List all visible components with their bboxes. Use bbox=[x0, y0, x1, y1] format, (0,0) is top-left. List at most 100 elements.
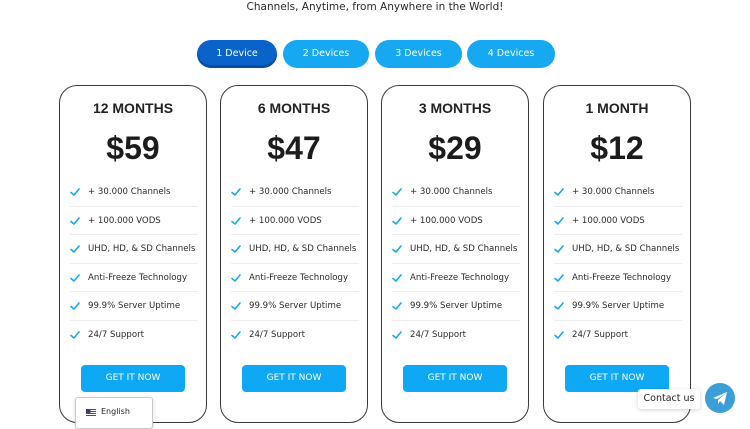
feature-item: + 30.000 Channels bbox=[70, 178, 198, 207]
get-it-now-button[interactable]: GET IT NOW bbox=[242, 365, 346, 392]
page-subtitle: Channels, Anytime, from Anywhere in the … bbox=[246, 1, 504, 13]
feature-label: + 30.000 Channels bbox=[572, 187, 655, 197]
check-icon bbox=[392, 188, 402, 196]
pricing-card: 3 MONTHS $29 + 30.000 Channels + 100.000 VO… bbox=[381, 85, 529, 423]
feature-list: + 30.000 Channels + 100.000 VODS UHD, HD, … bbox=[554, 178, 682, 349]
feature-item: + 100.000 VODS bbox=[231, 207, 359, 235]
feature-item: + 100.000 VODS bbox=[392, 207, 520, 235]
pricing-card: 12 MONTHS $59 + 30.000 Channels + 100.000 V… bbox=[59, 85, 207, 423]
get-it-now-button[interactable]: GET IT NOW bbox=[565, 365, 669, 392]
feature-list: + 30.000 Channels + 100.000 VODS UHD, HD, … bbox=[70, 178, 198, 349]
check-icon bbox=[392, 245, 402, 253]
check-icon bbox=[554, 245, 564, 253]
plan-title: 12 MONTHS bbox=[92, 100, 174, 116]
check-icon bbox=[231, 330, 241, 339]
feature-label: + 100.000 VODS bbox=[410, 215, 483, 226]
feature-item: UHD, HD, & SD Channels bbox=[231, 235, 359, 264]
feature-label: + 30.000 Channels bbox=[88, 187, 171, 197]
check-icon bbox=[231, 216, 241, 225]
check-icon bbox=[554, 330, 564, 339]
feature-item: Anti-Freeze Technology bbox=[392, 264, 520, 292]
feature-label: 24/7 Support bbox=[410, 329, 467, 340]
plan-price: $12 bbox=[590, 130, 644, 166]
feature-item: + 30.000 Channels bbox=[231, 178, 359, 207]
feature-label: 24/7 Support bbox=[88, 329, 145, 340]
feature-item: 99.9% Server Uptime bbox=[70, 292, 198, 321]
feature-label: UHD, HD, & SD Channels bbox=[410, 244, 518, 254]
tab-4-devices[interactable]: 4 Devices bbox=[467, 40, 555, 68]
feature-label: + 30.000 Channels bbox=[249, 187, 332, 197]
feature-item: UHD, HD, & SD Channels bbox=[554, 235, 682, 264]
feature-item: + 30.000 Channels bbox=[554, 178, 682, 207]
tab-3-devices[interactable]: 3 Devices bbox=[375, 40, 462, 68]
language-label: English bbox=[101, 407, 130, 416]
feature-label: 24/7 Support bbox=[572, 329, 629, 340]
feature-label: UHD, HD, & SD Channels bbox=[249, 244, 357, 254]
feature-item: + 30.000 Channels bbox=[392, 178, 520, 207]
check-icon bbox=[392, 273, 402, 282]
feature-label: 99.9% Server Uptime bbox=[88, 301, 181, 311]
get-it-now-button[interactable]: GET IT NOW bbox=[81, 365, 185, 392]
check-icon bbox=[554, 188, 564, 196]
plan-price: $29 bbox=[428, 130, 482, 166]
tab-1-device[interactable]: 1 Device bbox=[197, 40, 277, 68]
pricing-card: 1 MONTH $12 + 30.000 Channels + 100.000 VOD… bbox=[543, 85, 691, 423]
check-icon bbox=[392, 330, 402, 339]
feature-item: 99.9% Server Uptime bbox=[392, 292, 520, 321]
check-icon bbox=[231, 188, 241, 196]
check-icon bbox=[70, 188, 80, 196]
feature-label: UHD, HD, & SD Channels bbox=[88, 244, 196, 254]
device-tabs: 1 Device 2 Devices 3 Devices 4 Devices bbox=[0, 40, 750, 68]
plan-title: 3 MONTHS bbox=[418, 100, 492, 116]
feature-label: 99.9% Server Uptime bbox=[249, 301, 342, 311]
check-icon bbox=[231, 245, 241, 253]
plan-price: $47 bbox=[267, 130, 321, 166]
feature-item: + 100.000 VODS bbox=[70, 207, 198, 235]
feature-item: + 100.000 VODS bbox=[554, 207, 682, 235]
feature-label: UHD, HD, & SD Channels bbox=[572, 244, 680, 254]
check-icon bbox=[70, 302, 80, 310]
feature-item: 24/7 Support bbox=[70, 321, 198, 350]
plan-title: 6 MONTHS bbox=[257, 100, 331, 116]
feature-item: Anti-Freeze Technology bbox=[231, 264, 359, 292]
feature-list: + 30.000 Channels + 100.000 VODS UHD, HD, … bbox=[231, 178, 359, 349]
check-icon bbox=[70, 216, 80, 225]
feature-item: 99.9% Server Uptime bbox=[554, 292, 682, 321]
check-icon bbox=[70, 330, 80, 339]
feature-label: Anti-Freeze Technology bbox=[88, 272, 188, 283]
feature-label: 99.9% Server Uptime bbox=[410, 301, 503, 311]
feature-label: Anti-Freeze Technology bbox=[572, 272, 672, 283]
check-icon bbox=[392, 302, 402, 310]
feature-item: 24/7 Support bbox=[231, 321, 359, 350]
feature-label: Anti-Freeze Technology bbox=[410, 272, 510, 283]
feature-item: UHD, HD, & SD Channels bbox=[70, 235, 198, 264]
plan-price: $59 bbox=[106, 130, 160, 166]
telegram-button[interactable] bbox=[705, 383, 735, 413]
check-icon bbox=[70, 273, 80, 282]
telegram-icon bbox=[713, 392, 727, 405]
tab-2-devices[interactable]: 2 Devices bbox=[283, 40, 369, 68]
language-selector[interactable]: English bbox=[75, 397, 153, 429]
feature-item: 24/7 Support bbox=[392, 321, 520, 350]
get-it-now-button[interactable]: GET IT NOW bbox=[403, 365, 507, 392]
check-icon bbox=[554, 273, 564, 282]
feature-item: 99.9% Server Uptime bbox=[231, 292, 359, 321]
pricing-card: 6 MONTHS $47 + 30.000 Channels + 100.000 VO… bbox=[220, 85, 368, 423]
feature-label: + 100.000 VODS bbox=[88, 215, 161, 226]
feature-item: Anti-Freeze Technology bbox=[554, 264, 682, 292]
check-icon bbox=[70, 245, 80, 253]
check-icon bbox=[554, 216, 564, 225]
contact-us-button[interactable]: Contact us bbox=[638, 389, 700, 409]
feature-label: Anti-Freeze Technology bbox=[249, 272, 349, 283]
check-icon bbox=[392, 216, 402, 225]
feature-label: 99.9% Server Uptime bbox=[572, 301, 665, 311]
check-icon bbox=[554, 302, 564, 310]
feature-item: UHD, HD, & SD Channels bbox=[392, 235, 520, 264]
plan-title: 1 MONTH bbox=[585, 100, 649, 116]
us-flag-icon bbox=[86, 409, 96, 416]
feature-label: + 30.000 Channels bbox=[410, 187, 493, 197]
feature-item: Anti-Freeze Technology bbox=[70, 264, 198, 292]
check-icon bbox=[231, 302, 241, 310]
feature-item: 24/7 Support bbox=[554, 321, 682, 350]
feature-label: + 100.000 VODS bbox=[249, 215, 322, 226]
